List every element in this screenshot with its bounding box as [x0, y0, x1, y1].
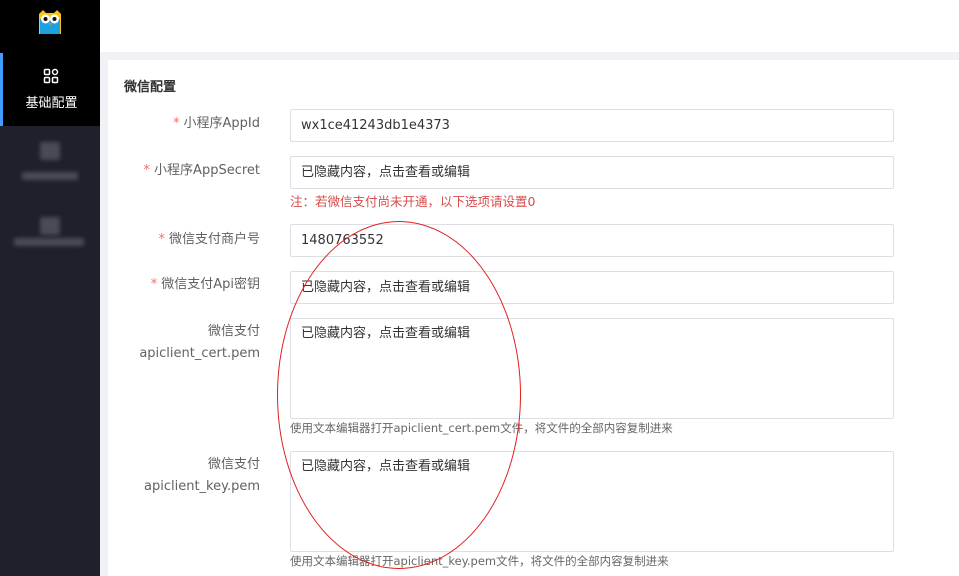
sidebar-item-blurred-1[interactable]	[0, 130, 100, 196]
key-label: 微信支付 apiclient_key.pem	[144, 454, 260, 498]
cert-label-line2: apiclient_cert.pem	[139, 346, 260, 361]
key-hint: 使用文本编辑器打开apiclient_key.pem文件，将文件的全部内容复制进…	[290, 554, 669, 568]
blurred-label	[14, 238, 84, 246]
app-root: 基础配置 微信配置 * 小程序AppId wx1ce41243db1e4373 *…	[0, 0, 959, 576]
mchid-input[interactable]: 1480763552	[290, 224, 894, 257]
key-label-line1: 微信支付	[207, 457, 260, 472]
cert-hint: 使用文本编辑器打开apiclient_cert.pem文件，将文件的全部内容复制…	[290, 421, 673, 435]
required-marker: *	[173, 116, 180, 131]
blurred-label	[22, 172, 78, 180]
owl-logo-icon	[39, 10, 61, 34]
appid-label-text: 小程序AppId	[183, 116, 260, 131]
apikey-input[interactable]: 已隐藏内容，点击查看或编辑	[290, 271, 894, 304]
payment-warning: 注：若微信支付尚未开通，以下选项请设置0	[290, 194, 536, 209]
appid-input[interactable]: wx1ce41243db1e4373	[290, 109, 894, 142]
key-label-line2: apiclient_key.pem	[144, 479, 260, 494]
cert-label-line1: 微信支付	[207, 324, 260, 339]
blurred-icon	[40, 142, 60, 160]
required-marker: *	[158, 232, 165, 247]
required-marker: *	[143, 163, 151, 178]
mchid-label-text: 微信支付商户号	[168, 232, 260, 247]
apikey-label-text: 微信支付Api密钥	[161, 277, 260, 292]
apikey-label: * 微信支付Api密钥	[151, 274, 260, 296]
panel-title: 微信配置	[124, 80, 177, 95]
logo-area[interactable]	[0, 0, 100, 53]
key-textarea[interactable]: 已隐藏内容，点击查看或编辑	[290, 451, 894, 552]
sidebar: 基础配置	[0, 0, 100, 576]
required-marker: *	[150, 277, 158, 292]
grid-icon	[43, 68, 59, 84]
sidebar-item-basic-config[interactable]: 基础配置	[0, 53, 100, 126]
top-bar	[100, 0, 959, 52]
appsecret-label: * 小程序AppSecret	[144, 160, 260, 182]
cert-textarea[interactable]: 已隐藏内容，点击查看或编辑	[290, 318, 894, 419]
mchid-label: * 微信支付商户号	[158, 229, 260, 251]
blurred-icon	[40, 217, 60, 235]
sidebar-item-label: 基础配置	[25, 96, 78, 111]
appid-label: * 小程序AppId	[173, 113, 260, 135]
appsecret-label-text: 小程序AppSecret	[154, 163, 260, 178]
appsecret-input[interactable]: 已隐藏内容，点击查看或编辑	[290, 156, 894, 189]
sidebar-item-blurred-2[interactable]	[0, 205, 100, 271]
wechat-config-panel: 微信配置 * 小程序AppId wx1ce41243db1e4373 * 小程序Ap…	[108, 60, 959, 576]
cert-label: 微信支付 apiclient_cert.pem	[139, 321, 260, 365]
